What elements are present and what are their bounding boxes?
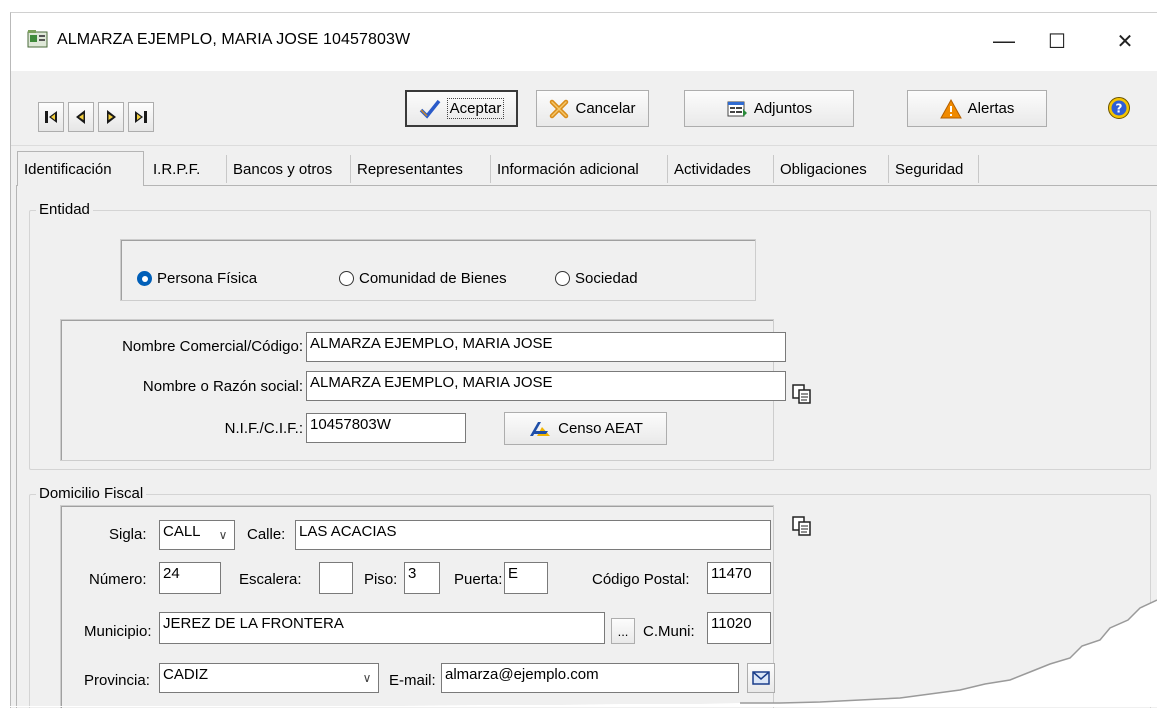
radio-persona-fisica[interactable]: Persona Física bbox=[137, 270, 257, 287]
tab-bancos[interactable]: Bancos y otros bbox=[227, 155, 351, 183]
domicilio-group: Domicilio Fiscal Sigla: CALL ∨ Calle: LA… bbox=[29, 485, 1151, 708]
next-record-icon bbox=[107, 110, 116, 124]
cancel-button[interactable]: Cancelar bbox=[536, 90, 649, 127]
tab-seguridad[interactable]: Seguridad bbox=[889, 155, 979, 183]
puerta-field[interactable]: E bbox=[504, 562, 548, 594]
radio-comunidad-bienes[interactable]: Comunidad de Bienes bbox=[339, 270, 507, 287]
calle-label: Calle: bbox=[247, 526, 286, 543]
cancel-label: Cancelar bbox=[575, 100, 636, 117]
alerts-button[interactable]: Alertas bbox=[907, 90, 1047, 127]
entity-names-box: Nombre Comercial/Código: ALMARZA EJEMPLO… bbox=[60, 319, 786, 461]
entity-type-box: Persona Física Comunidad de Bienes Socie… bbox=[120, 239, 756, 301]
attachments-label: Adjuntos bbox=[753, 100, 813, 117]
radio-selected-icon bbox=[137, 271, 152, 286]
title-bar: ALMARZA EJEMPLO, MARIA JOSE 10457803W — … bbox=[11, 13, 1157, 71]
escalera-field[interactable] bbox=[319, 562, 353, 594]
puerta-label: Puerta: bbox=[454, 571, 503, 588]
razon-social-label: Nombre o Razón social: bbox=[142, 378, 303, 395]
municipio-label: Municipio: bbox=[84, 623, 152, 640]
radio-label: Sociedad bbox=[575, 270, 638, 287]
next-record-button[interactable] bbox=[98, 102, 124, 132]
nombre-comercial-label: Nombre Comercial/Código: bbox=[122, 338, 303, 355]
escalera-label: Escalera: bbox=[239, 571, 302, 588]
tab-identificacion[interactable]: Identificación bbox=[17, 151, 144, 186]
tab-actividades[interactable]: Actividades bbox=[668, 155, 774, 183]
warning-icon bbox=[939, 98, 962, 118]
numero-field[interactable]: 24 bbox=[159, 562, 221, 594]
tab-representantes[interactable]: Representantes bbox=[351, 155, 491, 183]
chevron-down-icon: ∨ bbox=[362, 671, 372, 685]
radio-unselected-icon bbox=[339, 271, 354, 286]
copy-icon[interactable] bbox=[791, 383, 813, 405]
cmuni-field[interactable]: 11020 bbox=[707, 612, 771, 644]
radio-sociedad[interactable]: Sociedad bbox=[555, 270, 638, 287]
piso-label: Piso: bbox=[364, 571, 398, 588]
last-record-icon bbox=[135, 111, 147, 123]
app-icon bbox=[27, 30, 48, 48]
send-email-button[interactable] bbox=[747, 663, 775, 693]
accept-label: Aceptar bbox=[446, 98, 505, 119]
codigo-postal-label: Código Postal: bbox=[592, 571, 690, 588]
svg-text:?: ? bbox=[1116, 102, 1123, 116]
nif-label: N.I.F./C.I.F.: bbox=[224, 420, 303, 437]
provincia-select[interactable]: CADIZ ∨ bbox=[159, 663, 379, 693]
provincia-value: CADIZ bbox=[163, 666, 208, 683]
copy-icon[interactable] bbox=[791, 515, 813, 537]
sigla-value: CALL bbox=[163, 523, 201, 540]
entidad-group: Entidad Persona Física Comunidad de Bien… bbox=[29, 201, 1151, 470]
sigla-label: Sigla: bbox=[109, 526, 147, 543]
help-icon[interactable]: ? bbox=[1107, 96, 1131, 120]
tab-strip: Identificación I.R.P.F. Bancos y otros R… bbox=[11, 151, 1157, 187]
last-record-button[interactable] bbox=[128, 102, 154, 132]
tab-obligaciones[interactable]: Obligaciones bbox=[774, 155, 889, 183]
aeat-logo-icon bbox=[530, 421, 551, 436]
nif-field[interactable]: 10457803W bbox=[306, 413, 466, 443]
nombre-comercial-field[interactable]: ALMARZA EJEMPLO, MARIA JOSE bbox=[306, 332, 786, 362]
toolbar: Aceptar Cancelar Adjuntos Alertas ? bbox=[11, 71, 1157, 146]
window-title: ALMARZA EJEMPLO, MARIA JOSE 10457803W bbox=[57, 31, 411, 48]
first-record-button[interactable] bbox=[38, 102, 64, 132]
checkmark-icon bbox=[419, 99, 441, 119]
domicilio-legend: Domicilio Fiscal bbox=[36, 485, 147, 502]
radio-label: Comunidad de Bienes bbox=[359, 270, 507, 287]
alerts-label: Alertas bbox=[967, 100, 1015, 117]
client-window: ALMARZA EJEMPLO, MARIA JOSE 10457803W — … bbox=[10, 12, 1157, 708]
municipio-browse-button[interactable]: ... bbox=[611, 618, 635, 644]
calle-field[interactable]: LAS ACACIAS bbox=[295, 520, 771, 550]
previous-record-button[interactable] bbox=[68, 102, 94, 132]
chevron-down-icon: ∨ bbox=[218, 528, 228, 542]
radio-unselected-icon bbox=[555, 271, 570, 286]
first-record-icon bbox=[45, 111, 57, 123]
censo-aeat-button[interactable]: Censo AEAT bbox=[504, 412, 667, 445]
codigo-postal-field[interactable]: 11470 bbox=[707, 562, 771, 594]
tab-irpf[interactable]: I.R.P.F. bbox=[147, 155, 227, 183]
numero-label: Número: bbox=[89, 571, 147, 588]
piso-field[interactable]: 3 bbox=[404, 562, 440, 594]
cancel-icon bbox=[550, 99, 569, 118]
provincia-label: Provincia: bbox=[84, 672, 150, 689]
maximize-button[interactable]: ☐ bbox=[1027, 19, 1087, 63]
previous-record-icon bbox=[76, 110, 85, 124]
entidad-legend: Entidad bbox=[36, 201, 93, 218]
censo-label: Censo AEAT bbox=[558, 420, 643, 437]
accept-button[interactable]: Aceptar bbox=[405, 90, 518, 127]
municipio-field[interactable]: JEREZ DE LA FRONTERA bbox=[159, 612, 605, 644]
identificacion-panel: Entidad Persona Física Comunidad de Bien… bbox=[16, 185, 1157, 708]
address-box: Sigla: CALL ∨ Calle: LAS ACACIAS Número:… bbox=[60, 505, 775, 708]
razon-social-field[interactable]: ALMARZA EJEMPLO, MARIA JOSE bbox=[306, 371, 786, 401]
sigla-select[interactable]: CALL ∨ bbox=[159, 520, 235, 550]
email-field[interactable]: almarza@ejemplo.com bbox=[441, 663, 739, 693]
attachments-button[interactable]: Adjuntos bbox=[684, 90, 854, 127]
attachments-icon bbox=[727, 101, 747, 117]
email-label: E-mail: bbox=[389, 672, 436, 689]
tab-informacion-adicional[interactable]: Información adicional bbox=[491, 155, 668, 183]
radio-label: Persona Física bbox=[157, 270, 258, 287]
cmuni-label: C.Muni: bbox=[643, 623, 695, 640]
minimize-button[interactable]: — bbox=[974, 19, 1034, 63]
envelope-icon bbox=[752, 671, 770, 685]
close-button[interactable]: ✕ bbox=[1095, 19, 1155, 63]
